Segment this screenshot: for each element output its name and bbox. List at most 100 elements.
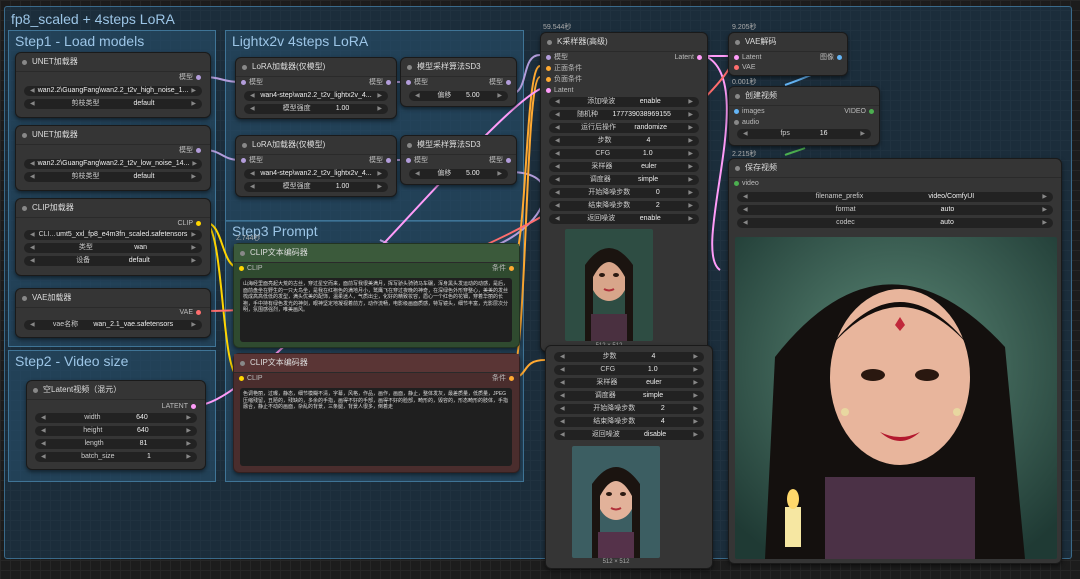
model-input-dot[interactable] [241,157,246,163]
clip-pos-input[interactable]: CLIP [236,264,263,274]
unet1-model-select[interactable]: wan2.2\GuangFang\wan2.2_t2v_high_noise_1… [24,86,202,96]
unet2-model-select[interactable]: wan2.2\GuangFang\wan2.2_t2v_low_noise_14… [24,159,202,169]
filename-prefix-field[interactable]: filename_prefix video/ComfyUI [737,192,1053,202]
unet-loader-title-2[interactable]: UNET加载器 [16,126,210,145]
model-input-dot[interactable] [241,79,246,85]
ksampler-widget-6[interactable]: 调度器 simple [549,175,699,185]
ksampler-in-model[interactable]: 模型 [543,53,568,63]
positive-prompt-textarea[interactable]: 山海经里面亮起大荒的古丝，穿过星空而来，面前写我很美满月，挥写骄头骑骑马车碾，浑… [240,278,512,342]
ksampler-widget-1[interactable]: 随机种 177739038969155 [549,110,699,120]
vae-output[interactable]: VAE [180,308,205,318]
ksampler-widget-4[interactable]: CFG 1.0 [549,149,699,159]
save-video-node[interactable]: 保存视频 video filename_prefixvideo/ComfyUI … [728,158,1062,564]
unet-loader-node-2[interactable]: UNET加载器 模型 wan2.2\GuangFang\wan2.2_t2v_l… [15,125,211,191]
lora1-title[interactable]: LoRA加载器(仅模型) [236,58,396,77]
conditioning-output-dot[interactable] [509,265,514,271]
lora-loader-node-1[interactable]: LoRA加载器(仅模型) 模型 模型 wan4-step\wan2.2_t2v_… [235,57,397,119]
ksampler2-widget-4[interactable]: 开始降噪步数 2 [554,404,704,414]
vae-decode-node[interactable]: VAE解码 Latent 图像 VAE [728,32,848,76]
sd3-1-input[interactable]: 模型 [403,78,428,88]
vae-decode-in-vae[interactable]: VAE [731,63,756,73]
ksampler-widget-8[interactable]: 结束降噪步数 2 [549,201,699,211]
create-video-node[interactable]: 创建视频 images VIDEO audio fps 16 [728,86,880,146]
sd3-sampling-node-1[interactable]: 模型采样算法SD3 模型 模型 偏移 5.00 [400,57,517,107]
empty-latent-title[interactable]: 空Latent视频（混元） [27,381,205,400]
clip-output[interactable]: CLIP [177,219,204,229]
clip-pos-output[interactable]: 条件 [492,264,517,274]
latent-output[interactable]: LATENT [162,402,199,412]
vae-loader-node[interactable]: VAE加载器 VAE vae名称 wan_2.1_vae.safetensors [15,288,211,338]
vae-decode-in-latent[interactable]: Latent [731,53,761,63]
ksampler2-widget-3[interactable]: 调度器 simple [554,391,704,401]
sd3-sampling-node-2[interactable]: 模型采样算法SD3 模型 模型 偏移 5.00 [400,135,517,185]
clip-pos-title[interactable]: CLIP文本编码器 [234,244,519,263]
latent-output-dot[interactable] [191,403,196,409]
latent-height-field[interactable]: height 640 [35,426,197,436]
conditioning-input-dot[interactable] [546,76,551,82]
conditioning-output-dot[interactable] [509,375,514,381]
ksampler-in-latent[interactable]: Latent [543,86,573,96]
sd3-1-title[interactable]: 模型采样算法SD3 [401,58,516,77]
vae-input-dot[interactable] [734,64,739,70]
clip-text-encode-positive[interactable]: CLIP文本编码器 CLIP 条件 山海经里面亮起大荒的古丝，穿过星空而来，面前… [233,243,520,348]
latent-input-dot[interactable] [546,87,551,93]
create-video-in-audio[interactable]: audio [731,118,759,128]
ksampler-title[interactable]: K采样器(高级) [541,33,707,52]
latent-output-dot[interactable] [697,54,702,60]
clip-loader-title[interactable]: CLIP加载器 [16,199,210,218]
ksampler-widget-9[interactable]: 返回噪波 enable [549,214,699,224]
ksampler-advanced-node-2[interactable]: 步数 4 CFG 1.0 采样器 euler 调度器 simple 开始降噪步数 2 结束降噪步数 4… [545,345,713,569]
fps-field[interactable]: fps 16 [737,129,871,139]
unet1-dtype-select[interactable]: 剪枝类型 default [24,99,202,109]
ksampler2-widget-6[interactable]: 返回噪波 disable [554,430,704,440]
sd3-2-input[interactable]: 模型 [403,156,428,166]
save-video-in-video[interactable]: video [731,179,759,189]
latent-input-dot[interactable] [734,54,739,60]
lora2-title[interactable]: LoRA加载器(仅模型) [236,136,396,155]
clip-output-dot[interactable] [196,220,201,226]
clip-text-encode-negative[interactable]: CLIP文本编码器 CLIP 条件 色调艳丽，过曝，静态，细节模糊不清，字幕，风… [233,353,520,473]
model-output-dot[interactable] [386,79,391,85]
format-select[interactable]: format auto [737,205,1053,215]
clip-name-select[interactable]: CLI...umt5_xxl_fp8_e4m3fn_scaled.safeten… [24,230,202,240]
lora2-name-select[interactable]: wan4-step\wan2.2_t2v_lightx2v_4... [244,169,388,179]
model-input-dot[interactable] [546,54,551,60]
lora1-name-select[interactable]: wan4-step\wan2.2_t2v_lightx2v_4... [244,91,388,101]
video-preview[interactable] [735,237,1057,559]
image-output-dot[interactable] [837,54,842,60]
lora2-output[interactable]: 模型 [369,156,394,166]
lora2-strength-field[interactable]: 模型强度 1.00 [244,182,388,192]
sd3-2-shift-field[interactable]: 偏移 5.00 [409,169,508,179]
model-output-dot[interactable] [196,147,201,153]
latent-batch-field[interactable]: batch_size 1 [35,452,197,462]
clip-type-select[interactable]: 类型 wan [24,243,202,253]
ksampler2-preview-image[interactable] [572,446,660,558]
model-input-dot[interactable] [406,79,411,85]
vae-loader-title[interactable]: VAE加载器 [16,289,210,308]
ksampler-widget-2[interactable]: 运行后操作 randomize [549,123,699,133]
unet2-dtype-select[interactable]: 剪枝类型 default [24,172,202,182]
ksampler2-widget-5[interactable]: 结束降噪步数 4 [554,417,704,427]
ksampler2-widget-0[interactable]: 步数 4 [554,352,704,362]
ksampler-in-neg[interactable]: 负面条件 [543,75,582,85]
video-input-dot[interactable] [734,180,739,186]
vae-decode-out[interactable]: 图像 [820,53,845,63]
vae-name-select[interactable]: vae名称 wan_2.1_vae.safetensors [24,320,202,330]
ksampler2-widget-1[interactable]: CFG 1.0 [554,365,704,375]
negative-prompt-textarea[interactable]: 色调艳丽，过曝，静态，细节模糊不清，字幕，风格，作品，画作，画面，静止，整体发灰… [240,388,512,466]
clip-input-dot[interactable] [239,265,244,271]
save-video-title[interactable]: 保存视频 [729,159,1061,178]
sd3-2-title[interactable]: 模型采样算法SD3 [401,136,516,155]
unet1-output[interactable]: 模型 [179,73,204,83]
lora1-output[interactable]: 模型 [369,78,394,88]
lora1-strength-field[interactable]: 模型强度 1.00 [244,104,388,114]
lora-loader-node-2[interactable]: LoRA加载器(仅模型) 模型 模型 wan4-step\wan2.2_t2v_… [235,135,397,197]
create-video-title[interactable]: 创建视频 [729,87,879,106]
latent-width-field[interactable]: width 640 [35,413,197,423]
empty-latent-node[interactable]: 空Latent视频（混元） LATENT width640 height640 … [26,380,206,470]
image-input-dot[interactable] [734,108,739,114]
clip-neg-input[interactable]: CLIP [236,374,263,384]
clip-loader-node[interactable]: CLIP加载器 CLIP CLI...umt5_xxl_fp8_e4m3fn_s… [15,198,211,276]
model-output-dot[interactable] [196,74,201,80]
unet-loader-title-1[interactable]: UNET加载器 [16,53,210,72]
